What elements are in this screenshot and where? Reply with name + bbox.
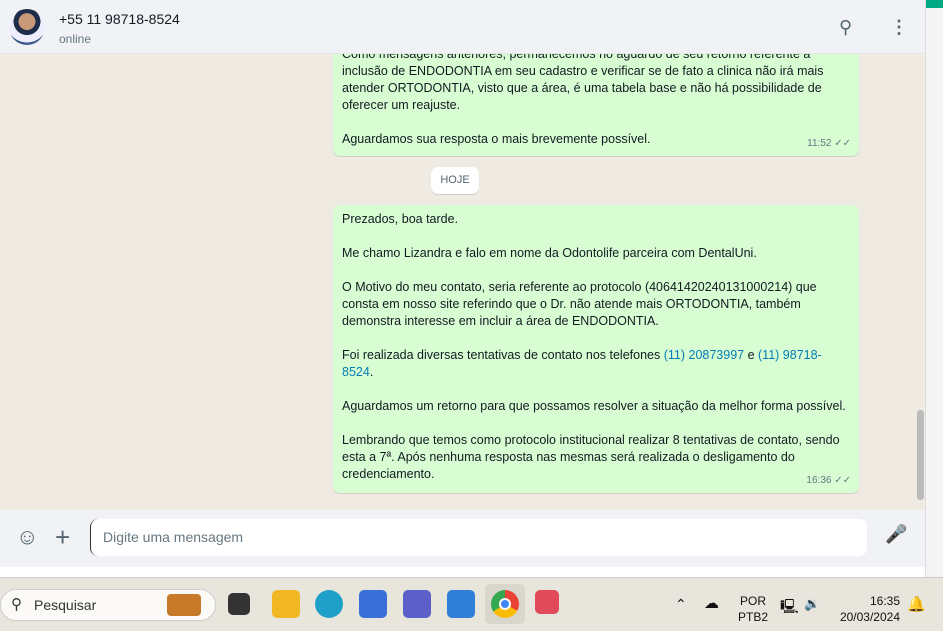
briefcase-icon: [167, 594, 201, 616]
volume-icon[interactable]: 🔉: [804, 596, 820, 612]
chat-area: Como mensagens anteriores, permanecemos …: [0, 54, 925, 510]
message-input[interactable]: Digite uma mensagem: [90, 519, 867, 556]
message-text: Aguardamos sua resposta o mais brevement…: [342, 132, 651, 146]
task-view-icon[interactable]: [228, 593, 250, 615]
plus-icon[interactable]: +: [55, 522, 70, 553]
clock[interactable]: 16:35 20/03/2024: [836, 594, 900, 624]
message-time: 16:36 ✓✓: [806, 475, 851, 486]
scrollbar[interactable]: [917, 410, 924, 500]
message-bubble: Prezados, boa tarde. Me chamo Lizandra e…: [333, 205, 859, 493]
chrome-button[interactable]: [485, 584, 525, 624]
composer-bar: ☺ + Digite uma mensagem 🎤: [0, 510, 925, 567]
notepad-icon[interactable]: [447, 590, 475, 618]
message-text: Foi realizada diversas tentativas de con…: [342, 348, 822, 379]
message-text: Lembrando que temos como protocolo insti…: [342, 433, 840, 481]
double-check-icon: ✓✓: [834, 138, 851, 149]
message-text: Como mensagens anteriores, permanecemos …: [342, 54, 824, 112]
store-icon[interactable]: [359, 590, 387, 618]
chevron-up-icon[interactable]: ⌃: [675, 596, 687, 613]
search-label: Pesquisar: [34, 597, 97, 613]
search-icon[interactable]: ⚲: [839, 17, 852, 38]
message-time: 11:52 ✓✓: [807, 138, 851, 149]
window-edge: [925, 0, 943, 577]
contact-status: online: [59, 32, 92, 46]
chat-header: +55 11 98718-8524 online ⚲ ⋮: [0, 0, 925, 54]
microphone-icon[interactable]: 🎤: [885, 524, 907, 545]
file-explorer-icon[interactable]: [272, 590, 300, 618]
double-check-icon: ✓✓: [834, 475, 851, 486]
message-text: Aguardamos um retorno para que possamos …: [342, 399, 846, 413]
edge-icon[interactable]: [315, 590, 343, 618]
message-text: O Motivo do meu contato, seria referente…: [342, 280, 817, 328]
message-bubble: Como mensagens anteriores, permanecemos …: [333, 54, 859, 156]
search-icon: ⚲: [11, 596, 22, 613]
notification-bell-icon[interactable]: 🔔: [907, 595, 926, 613]
avatar[interactable]: [9, 9, 45, 45]
phone-link[interactable]: (11) 20873997: [664, 348, 744, 362]
network-icon[interactable]: 🖳: [780, 596, 799, 620]
emoji-icon[interactable]: ☺: [16, 524, 38, 550]
message-text: Me chamo Lizandra e falo em nome da Odon…: [342, 246, 757, 260]
kebab-menu-icon[interactable]: ⋮: [890, 17, 908, 38]
contact-name[interactable]: +55 11 98718-8524: [59, 11, 180, 27]
day-divider: HOJE: [431, 167, 479, 194]
cloud-offline-icon[interactable]: ☁: [704, 594, 719, 612]
taskbar: ⚲ Pesquisar ⌃ ☁ POR PTB2 🖳 🔉 16:35 20/03/20…: [0, 577, 943, 631]
teams-icon[interactable]: [403, 590, 431, 618]
language-indicator[interactable]: POR PTB2: [738, 594, 768, 624]
snipping-tool-icon[interactable]: [535, 590, 559, 614]
taskbar-search[interactable]: ⚲ Pesquisar: [0, 589, 216, 621]
message-text: Prezados, boa tarde.: [342, 212, 459, 226]
